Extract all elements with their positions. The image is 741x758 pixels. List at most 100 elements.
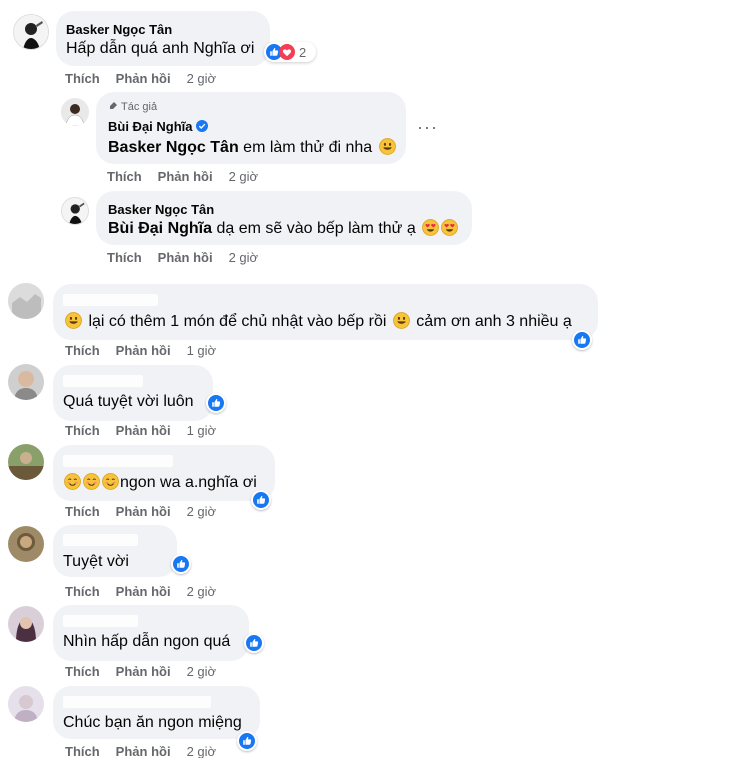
like-reaction-badge[interactable] xyxy=(572,330,592,350)
reply-button[interactable]: Phản hồi xyxy=(116,584,171,599)
comment-actions: Thích Phản hồi 2 giờ xyxy=(107,250,258,265)
avatar[interactable] xyxy=(61,98,89,126)
timestamp[interactable]: 2 giờ xyxy=(229,250,259,265)
comment-bubble: Chúc bạn ăn ngon miệng xyxy=(53,686,260,739)
heart-eyes-emoji-icon xyxy=(441,219,458,236)
author-tag: Tác giả xyxy=(108,101,157,113)
comment-actions: Thích Phản hồi 2 giờ xyxy=(65,504,216,519)
comment-actions: Thích Phản hồi 2 giờ xyxy=(65,584,216,599)
heart-eyes-emoji-icon xyxy=(422,219,439,236)
redacted-author xyxy=(63,375,143,387)
reply-button[interactable]: Phản hồi xyxy=(116,423,171,438)
comment-bubble: Tác giả Bùi Đại Nghĩa Basker Ngọc Tân em… xyxy=(96,92,406,164)
redacted-author xyxy=(63,294,158,306)
comment-bubble: ngon wa a.nghĩa ơi xyxy=(53,445,275,501)
timestamp[interactable]: 2 giờ xyxy=(187,664,217,679)
comment-text: ngon wa a.nghĩa ơi xyxy=(63,473,257,492)
comment-text: Basker Ngọc Tân em làm thử đi nha xyxy=(108,138,398,157)
like-icon xyxy=(574,332,590,348)
avatar[interactable] xyxy=(13,14,49,50)
like-button[interactable]: Thích xyxy=(65,584,100,599)
redacted-author xyxy=(63,455,173,467)
reply-button[interactable]: Phản hồi xyxy=(116,504,171,519)
like-reaction-badge[interactable] xyxy=(206,393,226,413)
comment-actions: Thích Phản hồi 1 giờ xyxy=(65,423,216,438)
blush-emoji-icon xyxy=(64,473,81,490)
like-icon xyxy=(173,556,189,572)
avatar[interactable] xyxy=(8,444,44,480)
comment-bubble: Nhìn hấp dẫn ngon quá xyxy=(53,605,249,661)
timestamp[interactable]: 2 giờ xyxy=(187,584,217,599)
reply-button[interactable]: Phản hồi xyxy=(116,71,171,86)
redacted-author xyxy=(63,696,211,708)
smile-emoji-icon xyxy=(379,138,396,155)
like-icon xyxy=(239,733,255,749)
timestamp[interactable]: 2 giờ xyxy=(229,169,259,184)
like-reaction-badge[interactable] xyxy=(244,633,264,653)
avatar[interactable] xyxy=(8,283,44,319)
reply-button[interactable]: Phản hồi xyxy=(158,250,213,265)
like-button[interactable]: Thích xyxy=(65,343,100,358)
comment-bubble: lại có thêm 1 món để chủ nhật vào bếp rồ… xyxy=(53,284,598,340)
redacted-author xyxy=(63,615,138,627)
like-button[interactable]: Thích xyxy=(65,744,100,758)
reaction-summary[interactable]: 2 xyxy=(264,42,316,62)
comment-author[interactable]: Basker Ngọc Tân xyxy=(66,22,172,37)
avatar[interactable] xyxy=(8,606,44,642)
avatar[interactable] xyxy=(8,526,44,562)
reply-button[interactable]: Phản hồi xyxy=(116,343,171,358)
timestamp[interactable]: 2 giờ xyxy=(187,504,217,519)
timestamp[interactable]: 1 giờ xyxy=(187,423,217,438)
comment-bubble: Quá tuyệt vời luôn xyxy=(53,365,213,421)
blush-emoji-icon xyxy=(83,473,100,490)
comment-text: Chúc bạn ăn ngon miệng xyxy=(63,714,242,731)
comment-text: Nhìn hấp dẫn ngon quá xyxy=(63,633,231,650)
comment-author[interactable]: Basker Ngọc Tân xyxy=(108,202,214,217)
comment-actions: Thích Phản hồi 2 giờ xyxy=(65,664,216,679)
heart-icon xyxy=(279,44,295,60)
like-reaction-badge[interactable] xyxy=(251,490,271,510)
like-button[interactable]: Thích xyxy=(107,169,142,184)
smile-emoji-icon xyxy=(393,312,410,329)
like-icon xyxy=(208,395,224,411)
comment-author[interactable]: Bùi Đại Nghĩa xyxy=(108,119,208,134)
mention-link[interactable]: Basker Ngọc Tân xyxy=(108,139,239,156)
reply-button[interactable]: Phản hồi xyxy=(116,664,171,679)
timestamp[interactable]: 2 giờ xyxy=(187,744,217,758)
like-button[interactable]: Thích xyxy=(65,504,100,519)
like-button[interactable]: Thích xyxy=(107,250,142,265)
like-button[interactable]: Thích xyxy=(65,71,100,86)
blush-emoji-icon xyxy=(102,473,119,490)
like-button[interactable]: Thích xyxy=(65,664,100,679)
timestamp[interactable]: 1 giờ xyxy=(187,343,217,358)
comment-text: Hấp dẫn quá anh Nghĩa ơi xyxy=(66,40,255,57)
comment-actions: Thích Phản hồi 2 giờ xyxy=(65,71,216,86)
verified-icon xyxy=(196,120,208,132)
avatar[interactable] xyxy=(8,686,44,722)
comment-bubble: Basker Ngọc Tân Bùi Đại Nghĩa dạ em sẽ v… xyxy=(96,191,472,245)
reply-button[interactable]: Phản hồi xyxy=(116,744,171,758)
comment-bubble: Basker Ngọc Tân Hấp dẫn quá anh Nghĩa ơi xyxy=(56,11,270,66)
reply-button[interactable]: Phản hồi xyxy=(158,169,213,184)
comment-actions: Thích Phản hồi 2 giờ xyxy=(65,744,216,758)
reaction-count: 2 xyxy=(299,44,307,60)
comment-actions: Thích Phản hồi 1 giờ xyxy=(65,343,216,358)
comment-bubble: Tuyệt vời xyxy=(53,525,177,577)
like-reaction-badge[interactable] xyxy=(237,731,257,751)
like-reaction-badge[interactable] xyxy=(171,554,191,574)
comment-text: Tuyệt vời xyxy=(63,553,129,570)
smile-emoji-icon xyxy=(65,312,82,329)
comment-actions: Thích Phản hồi 2 giờ xyxy=(107,169,258,184)
like-button[interactable]: Thích xyxy=(65,423,100,438)
avatar[interactable] xyxy=(61,197,89,225)
comment-text: Bùi Đại Nghĩa dạ em sẽ vào bếp làm thử ạ xyxy=(108,219,460,238)
avatar[interactable] xyxy=(8,364,44,400)
like-icon xyxy=(246,635,262,651)
more-options-button[interactable]: ··· xyxy=(417,117,438,138)
redacted-author xyxy=(63,534,138,546)
comment-text: Quá tuyệt vời luôn xyxy=(63,393,194,410)
microphone-icon xyxy=(110,102,117,109)
comment-text: lại có thêm 1 món để chủ nhật vào bếp rồ… xyxy=(63,312,572,331)
timestamp[interactable]: 2 giờ xyxy=(187,71,217,86)
mention-link[interactable]: Bùi Đại Nghĩa xyxy=(108,220,212,237)
